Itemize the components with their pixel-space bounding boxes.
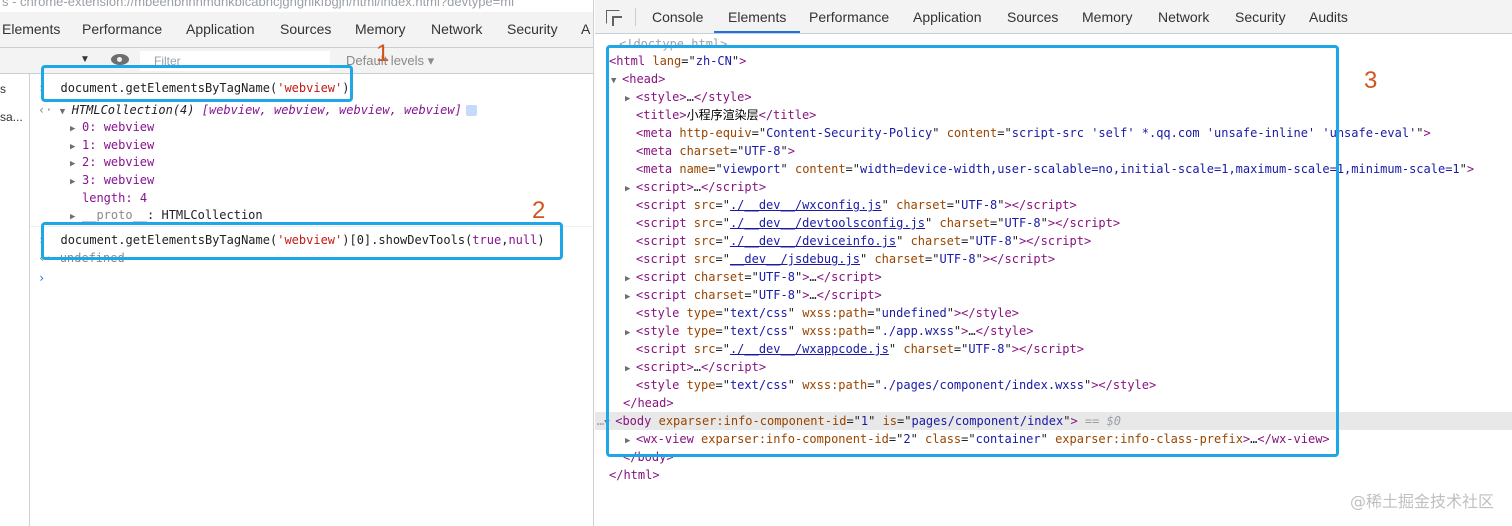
proto-key: __proto__ <box>82 208 148 222</box>
item-index: 1: <box>82 138 97 152</box>
right-tab-bar: Console Elements Performance Application… <box>595 0 1512 34</box>
dom-node-html-close[interactable]: </html> <box>609 466 1512 484</box>
console-output[interactable]: › document.getElementsByTagName('webview… <box>30 74 593 526</box>
length-key: length: <box>82 191 133 205</box>
tab-memory[interactable]: Memory <box>1082 9 1133 25</box>
sidebar-item[interactable]: s <box>0 82 30 96</box>
tab-application[interactable]: Application <box>186 21 255 37</box>
console-prompt-icon[interactable]: › <box>38 270 45 286</box>
highlight-box-2 <box>41 222 563 260</box>
item-index: 3: <box>82 173 97 187</box>
tab-performance[interactable]: Performance <box>809 9 889 25</box>
collection-item[interactable]: ▶ 3: webview <box>70 172 154 190</box>
tab-elements[interactable]: Elements <box>728 9 786 25</box>
divider <box>635 8 636 26</box>
console-devtools-pane: s - chrome-extension://mbeenbnhnmdhkbica… <box>0 0 594 526</box>
tab-sources[interactable]: Sources <box>280 21 331 37</box>
collection-item[interactable]: ▶ 0: webview <box>70 119 154 137</box>
collection-item[interactable]: ▶ 1: webview <box>70 137 154 155</box>
annotation-label-1: 1 <box>376 40 390 67</box>
info-icon <box>465 105 477 116</box>
collection-length: length: 4 <box>82 190 147 206</box>
context-dropdown-icon[interactable]: ▼ <box>80 54 90 65</box>
collection-name: HTMLCollection(4) <box>71 103 195 117</box>
collapsed-triangle-icon[interactable]: ▶ <box>70 156 82 172</box>
collapsed-triangle-icon[interactable]: ▶ <box>70 174 82 190</box>
annotation-label-2: 2 <box>532 197 546 224</box>
log-levels-select[interactable]: Default levels ▾ <box>346 53 434 69</box>
item-value: webview <box>103 173 155 187</box>
highlight-box-3 <box>606 45 1339 457</box>
tab-sources[interactable]: Sources <box>1007 9 1058 25</box>
tab-elements[interactable]: Elements <box>2 21 60 37</box>
more-options-icon[interactable]: … <box>597 414 604 428</box>
tab-security[interactable]: Security <box>507 21 558 37</box>
item-index: 0: <box>82 120 97 134</box>
tab-console[interactable]: Console <box>652 9 703 25</box>
tab-application[interactable]: Application <box>913 9 982 25</box>
webview-devtools-pane: Console Elements Performance Application… <box>595 0 1512 526</box>
collapsed-triangle-icon[interactable]: ▶ <box>70 121 82 137</box>
item-value: webview <box>103 120 155 134</box>
watermark: @稀土掘金技术社区 <box>1349 492 1494 511</box>
console-result-header[interactable]: ‹· ▼ HTMLCollection(4) [webview, webview,… <box>38 102 477 120</box>
result-chevron-icon: ‹· <box>38 103 53 117</box>
tab-performance[interactable]: Performance <box>82 21 162 37</box>
collapsed-triangle-icon[interactable]: ▶ <box>70 139 82 155</box>
collection-preview: [webview, webview, webview, webview] <box>201 103 462 117</box>
item-value: webview <box>103 155 155 169</box>
eye-icon[interactable] <box>111 54 129 65</box>
tab-audits-truncated[interactable]: A <box>581 21 590 37</box>
tab-audits[interactable]: Audits <box>1309 9 1348 25</box>
expand-triangle-icon[interactable]: ▼ <box>60 104 72 120</box>
annotation-label-3: 3 <box>1364 67 1378 94</box>
proto-value: : HTMLCollection <box>147 208 263 222</box>
left-tab-bar: Elements Performance Application Sources… <box>0 12 593 48</box>
highlight-box-1 <box>41 65 353 102</box>
tab-security[interactable]: Security <box>1235 9 1286 25</box>
console-sidebar: s sa... <box>0 74 30 526</box>
length-value: 4 <box>139 191 148 205</box>
sidebar-item[interactable]: sa... <box>0 110 30 124</box>
item-value: webview <box>103 138 155 152</box>
tab-memory[interactable]: Memory <box>355 21 406 37</box>
active-tab-indicator <box>714 31 800 33</box>
tab-network[interactable]: Network <box>1158 9 1209 25</box>
collection-item[interactable]: ▶ 2: webview <box>70 154 154 172</box>
tab-network[interactable]: Network <box>431 21 482 37</box>
inspect-element-icon[interactable] <box>606 10 620 24</box>
window-title: s - chrome-extension://mbeenbnhnmdhkbica… <box>2 0 514 9</box>
item-index: 2: <box>82 155 97 169</box>
